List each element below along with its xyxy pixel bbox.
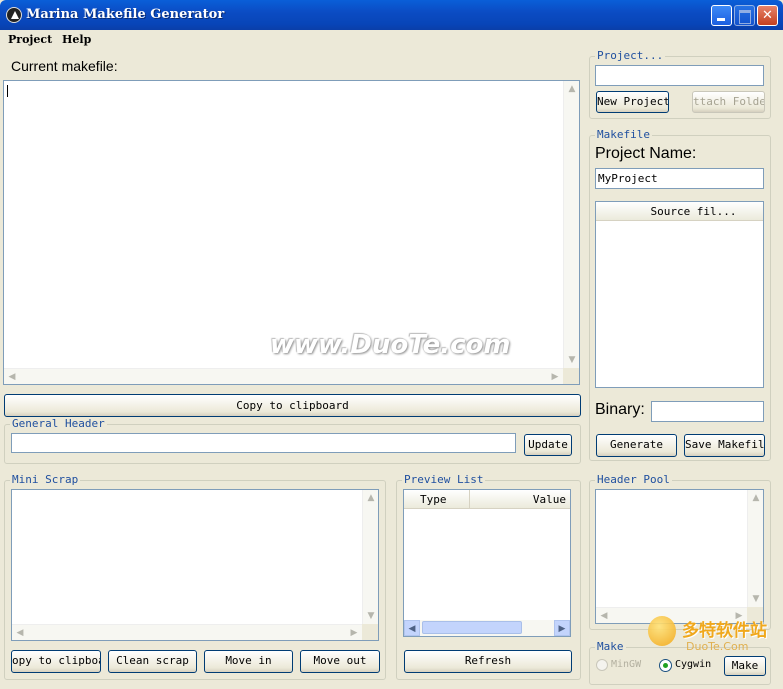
scroll-right-icon[interactable]: ▶ [554,620,570,636]
binary-label: Binary: [595,401,645,418]
preview-list-view[interactable]: Type Value ◀ ▶ [403,489,571,637]
project-name-input[interactable]: MyProject [595,168,764,189]
attach-folder-button[interactable]: ttach Folde [692,91,765,113]
preview-list-title: Preview List [402,473,486,487]
scrap-vertical-scrollbar[interactable]: ▲ ▼ [362,490,378,624]
column-header-source-files[interactable]: Source fil... [596,202,763,221]
minimize-icon [712,6,731,25]
watermark-logo-icon [648,616,676,646]
cygwin-radio[interactable] [659,659,672,672]
app-icon[interactable] [6,7,22,23]
header-pool-title: Header Pool [595,473,672,487]
general-header-title: General Header [10,417,107,431]
editor-vertical-scrollbar[interactable]: ▲ ▼ [563,81,579,368]
title-bar[interactable]: Marina Makefile Generator ✕ [0,0,783,30]
general-header-input[interactable] [11,433,516,453]
scroll-left-icon[interactable]: ◀ [12,625,28,641]
minimize-button[interactable] [711,5,732,26]
scroll-up-icon[interactable]: ▲ [564,81,580,97]
scroll-down-icon[interactable]: ▼ [748,591,764,607]
cygwin-label: Cygwin [675,659,712,670]
editor-horizontal-scrollbar[interactable]: ◀ ▶ [4,368,563,384]
project-title: Project... [595,49,666,63]
makefile-title: Makefile [595,128,652,142]
watermark-brand: 多特软件站 [682,621,767,641]
pool-vertical-scrollbar[interactable]: ▲ ▼ [747,490,763,607]
menu-help[interactable]: Help [62,33,91,46]
project-name-label: Project Name: [595,145,697,162]
scroll-down-icon[interactable]: ▼ [564,352,580,368]
menu-bar: Project Help [0,30,783,50]
binary-input[interactable] [651,401,764,422]
source-files-list[interactable]: Source fil... [595,201,764,388]
watermark-url: DuoTe.Com [686,640,749,653]
maximize-icon [735,6,754,25]
make-button[interactable]: Make [724,656,766,676]
scroll-left-icon[interactable]: ◀ [404,620,420,636]
text-cursor [7,85,8,97]
radio-selected-dot [663,663,668,668]
refresh-button[interactable]: Refresh [404,650,572,673]
scroll-down-icon[interactable]: ▼ [363,608,379,624]
close-icon: ✕ [762,8,773,23]
maximize-button[interactable] [734,5,755,26]
move-in-button[interactable]: Move in [204,650,293,673]
new-project-button[interactable]: New Project [596,91,669,113]
column-header-value[interactable]: Value [470,490,570,509]
scroll-corner [563,368,579,384]
project-path-input[interactable] [595,65,764,86]
scroll-up-icon[interactable]: ▲ [748,490,764,506]
scroll-right-icon[interactable]: ▶ [346,625,362,641]
mingw-label: MinGW [611,659,642,670]
column-header-type[interactable]: Type [404,490,470,509]
watermark-text: www.DuoTe.com [270,330,511,360]
move-out-button[interactable]: Move out [300,650,380,673]
close-button[interactable]: ✕ [757,5,778,26]
update-button[interactable]: Update [524,434,572,456]
window-title: Marina Makefile Generator [26,7,225,22]
scroll-left-icon[interactable]: ◀ [4,369,20,385]
scroll-up-icon[interactable]: ▲ [363,490,379,506]
mini-scrap-textarea[interactable]: ▲ ▼ ◀ ▶ [11,489,379,641]
menu-project[interactable]: Project [8,33,52,46]
corner-watermark-logo: 多特软件站 DuoTe.Com [648,614,782,654]
make-title: Make [595,640,626,654]
mingw-radio[interactable] [596,659,608,671]
scroll-right-icon[interactable]: ▶ [547,369,563,385]
scroll-corner [362,624,378,640]
scrap-horizontal-scrollbar[interactable]: ◀ ▶ [12,624,362,640]
save-makefile-button[interactable]: Save Makefile [684,434,765,457]
preview-horizontal-scrollbar[interactable]: ◀ ▶ [404,620,570,636]
copy-to-clipboard-button[interactable]: Copy to clipboard [4,394,581,417]
header-pool-textarea[interactable]: ▲ ▼ ◀ ▶ [595,489,764,624]
clean-scrap-button[interactable]: Clean scrap [108,650,197,673]
generate-button[interactable]: Generate [596,434,677,457]
scrap-copy-button[interactable]: opy to clipboar [11,650,101,673]
scroll-thumb[interactable] [422,621,522,634]
scroll-left-icon[interactable]: ◀ [596,608,612,624]
current-makefile-label: Current makefile: [11,58,118,74]
mini-scrap-title: Mini Scrap [10,473,81,487]
